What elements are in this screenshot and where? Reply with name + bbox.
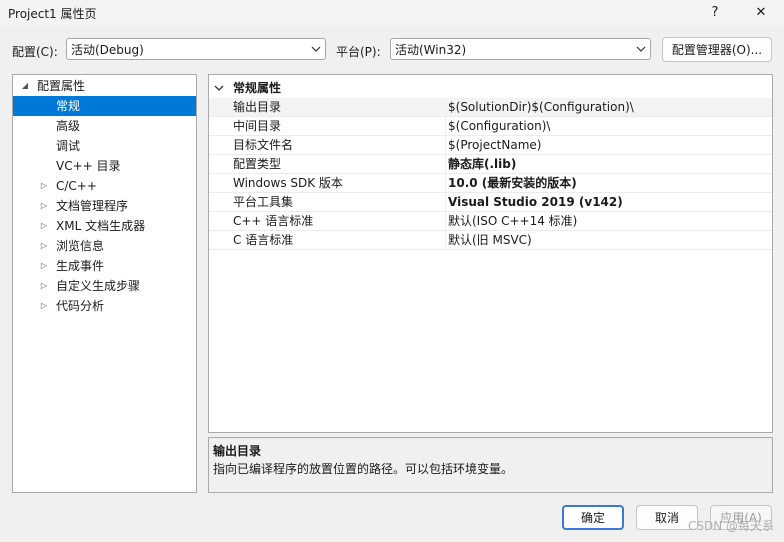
tree-item-general[interactable]: 常规 — [13, 96, 196, 116]
tree-item-vc-directories[interactable]: VC++ 目录 — [13, 156, 196, 176]
config-select[interactable]: 活动(Debug) — [66, 38, 326, 60]
tree-item-label: 调试 — [56, 139, 81, 153]
collapsed-arrow-icon[interactable]: ▷ — [38, 296, 50, 316]
property-value[interactable]: $(Configuration)\ — [448, 117, 550, 136]
category-tree: ◢ 配置属性 常规 高级 调试 VC++ 目录 ▷ C/C++ ▷ 文档管理程序… — [12, 74, 197, 493]
chevron-down-icon — [307, 44, 325, 55]
property-row[interactable]: 平台工具集 Visual Studio 2019 (v142) — [209, 193, 772, 212]
collapsed-arrow-icon[interactable]: ▷ — [38, 196, 50, 216]
property-value[interactable]: 默认(ISO C++14 标准) — [448, 212, 577, 231]
tree-item-custom-build-step[interactable]: ▷ 自定义生成步骤 — [13, 276, 196, 296]
tree-item-xml-doc-generator[interactable]: ▷ XML 文档生成器 — [13, 216, 196, 236]
property-row[interactable]: C 语言标准 默认(旧 MSVC) — [209, 231, 772, 250]
collapsed-arrow-icon[interactable]: ▷ — [38, 216, 50, 236]
collapsed-arrow-icon[interactable]: ▷ — [38, 236, 50, 256]
configuration-manager-button[interactable]: 配置管理器(O)... — [662, 37, 772, 62]
tree-item-code-analysis[interactable]: ▷ 代码分析 — [13, 296, 196, 316]
property-value[interactable]: $(SolutionDir)$(Configuration)\ — [448, 98, 634, 117]
config-label: 配置(C): — [12, 45, 58, 59]
close-icon[interactable]: ✕ — [742, 0, 780, 24]
tree-item-advanced[interactable]: 高级 — [13, 116, 196, 136]
property-row[interactable]: 目标文件名 $(ProjectName) — [209, 136, 772, 155]
tree-item-label: 浏览信息 — [56, 239, 105, 253]
property-name: 中间目录 — [233, 119, 282, 133]
property-row[interactable]: 配置类型 静态库(.lib) — [209, 155, 772, 174]
collapsed-arrow-icon[interactable]: ▷ — [38, 176, 50, 196]
tree-item-label: VC++ 目录 — [56, 159, 121, 173]
property-grid: 常规属性 输出目录 $(SolutionDir)$(Configuration)\… — [208, 74, 773, 433]
tree-item-label: 配置属性 — [37, 79, 86, 93]
description-text: 指向已编译程序的放置位置的路径。可以包括环境变量。 — [213, 462, 514, 476]
tree-item-label: XML 文档生成器 — [56, 219, 146, 233]
property-value[interactable]: 默认(旧 MSVC) — [448, 231, 532, 250]
platform-label: 平台(P): — [336, 45, 381, 59]
property-row[interactable]: C++ 语言标准 默认(ISO C++14 标准) — [209, 212, 772, 231]
tree-item-browse-info[interactable]: ▷ 浏览信息 — [13, 236, 196, 256]
watermark-text: CSDN @每天系 — [687, 519, 774, 533]
property-value[interactable]: 静态库(.lib) — [448, 155, 516, 174]
property-row[interactable]: Windows SDK 版本 10.0 (最新安装的版本) — [209, 174, 772, 193]
platform-value: 活动(Win32) — [395, 42, 467, 57]
property-name: 平台工具集 — [233, 195, 294, 209]
property-name: Windows SDK 版本 — [233, 176, 343, 190]
property-name: C 语言标准 — [233, 233, 294, 247]
tree-item-config-properties[interactable]: ◢ 配置属性 — [13, 76, 196, 96]
section-title: 常规属性 — [233, 81, 282, 95]
tree-item-build-events[interactable]: ▷ 生成事件 — [13, 256, 196, 276]
title-bar: Project1 属性页 ? ✕ — [0, 0, 784, 26]
collapsed-arrow-icon[interactable]: ▷ — [38, 276, 50, 296]
platform-select[interactable]: 活动(Win32) — [390, 38, 651, 60]
property-row[interactable]: 输出目录 $(SolutionDir)$(Configuration)\ — [209, 98, 772, 117]
property-name: 目标文件名 — [233, 138, 294, 152]
property-value[interactable]: Visual Studio 2019 (v142) — [448, 193, 623, 212]
description-panel: 输出目录 指向已编译程序的放置位置的路径。可以包括环境变量。 — [208, 437, 773, 493]
property-name: 输出目录 — [233, 100, 282, 114]
property-value[interactable]: $(ProjectName) — [448, 136, 541, 155]
collapsed-arrow-icon[interactable]: ▷ — [38, 256, 50, 276]
tree-item-debugging[interactable]: 调试 — [13, 136, 196, 156]
tree-item-label: 文档管理程序 — [56, 199, 129, 213]
config-value: 活动(Debug) — [71, 42, 144, 57]
chevron-down-icon — [632, 44, 650, 55]
tree-item-label: C/C++ — [56, 179, 97, 193]
tree-item-label: 高级 — [56, 119, 81, 133]
property-name: C++ 语言标准 — [233, 214, 314, 228]
window-title: Project1 属性页 — [8, 7, 97, 21]
property-value[interactable]: 10.0 (最新安装的版本) — [448, 174, 577, 193]
tree-item-label: 常规 — [56, 99, 81, 113]
tree-item-label: 代码分析 — [56, 299, 105, 313]
tree-item-label: 生成事件 — [56, 259, 105, 273]
help-button[interactable]: ? — [696, 0, 734, 24]
expanded-arrow-icon[interactable]: ◢ — [19, 76, 31, 96]
tree-item-c-cpp[interactable]: ▷ C/C++ — [13, 176, 196, 196]
ok-button[interactable]: 确定 — [562, 505, 624, 530]
property-name: 配置类型 — [233, 157, 282, 171]
tree-item-label: 自定义生成步骤 — [56, 279, 141, 293]
tree-item-doc-manager[interactable]: ▷ 文档管理程序 — [13, 196, 196, 216]
section-general-properties[interactable]: 常规属性 — [209, 79, 772, 98]
description-title: 输出目录 — [213, 444, 262, 458]
property-row[interactable]: 中间目录 $(Configuration)\ — [209, 117, 772, 136]
